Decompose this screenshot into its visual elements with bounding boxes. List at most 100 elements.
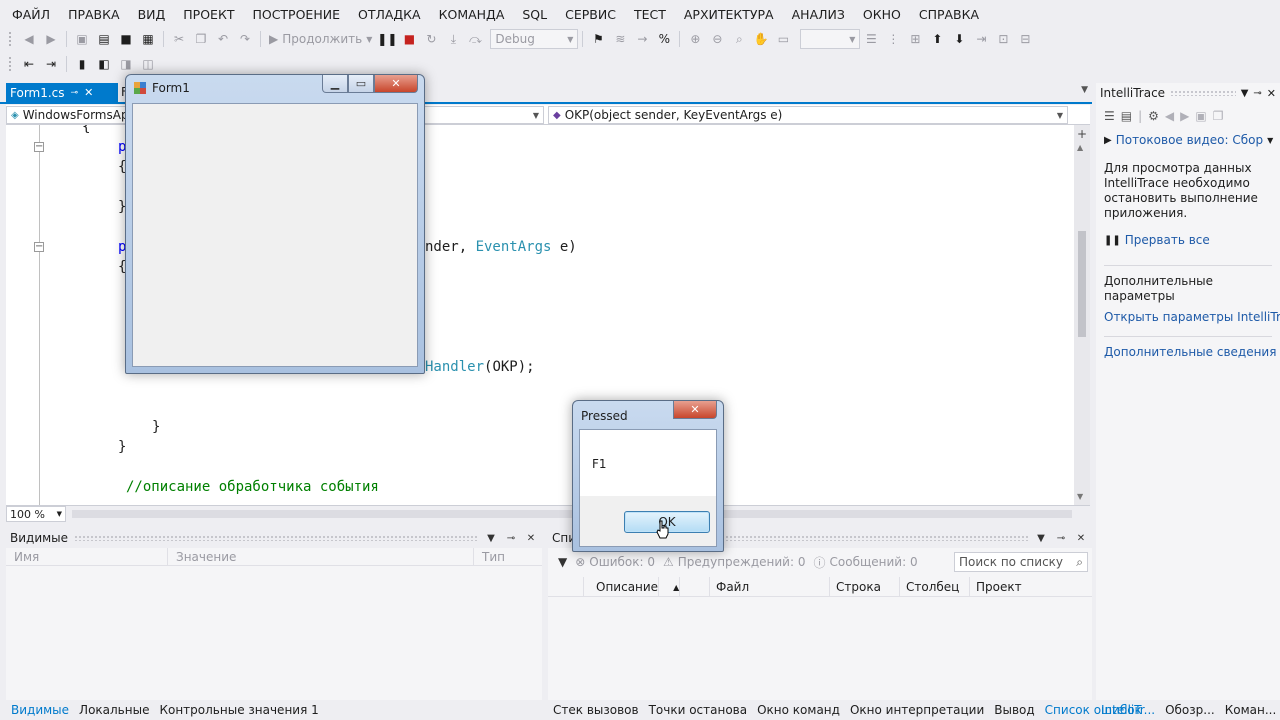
- center-icon[interactable]: ⊟: [1014, 29, 1036, 49]
- pin-icon[interactable]: ⊸: [1253, 88, 1261, 99]
- menu-item[interactable]: ОТЛАДКА: [349, 7, 430, 22]
- minimize-button[interactable]: ▁: [322, 75, 348, 93]
- collapse-icon[interactable]: −: [34, 242, 44, 252]
- close-button[interactable]: ✕: [673, 401, 717, 419]
- bottom-tab[interactable]: Контрольные значения 1: [154, 703, 323, 717]
- new-project-icon[interactable]: ▣: [71, 29, 93, 49]
- split-editor-icon[interactable]: +: [1077, 127, 1087, 141]
- menu-item[interactable]: АРХИТЕКТУРА: [675, 7, 783, 22]
- tab-form1-cs[interactable]: Form1.cs ⊸ ✕: [6, 83, 118, 102]
- col-name[interactable]: Имя: [6, 547, 168, 566]
- member-combo[interactable]: ◆ OKP(object sender, KeyEventArgs e) ▼: [548, 106, 1068, 124]
- outdent-icon[interactable]: ⇥: [40, 54, 62, 74]
- list-view-icon[interactable]: ☰: [1104, 109, 1115, 123]
- lock-controls-icon[interactable]: ⊡: [992, 29, 1014, 49]
- prev-bookmark-icon[interactable]: ◧: [93, 54, 115, 74]
- step-into-icon[interactable]: ⤓: [442, 29, 464, 49]
- col-column[interactable]: Столбец: [900, 577, 970, 597]
- warnings-toggle[interactable]: ⚠ Предупреждений: 0: [663, 555, 805, 569]
- continue-button[interactable]: ▶ Продолжить ▼: [265, 32, 376, 46]
- hand-icon[interactable]: ✋: [750, 29, 772, 49]
- grid-icon[interactable]: ⊞: [904, 29, 926, 49]
- zoom-combo[interactable]: 100 % ▼: [6, 506, 66, 522]
- bottom-tab[interactable]: Окно интерпретации: [845, 703, 989, 717]
- scroll-up-icon[interactable]: ▲: [1077, 143, 1083, 152]
- error-search-input[interactable]: Поиск по списку ⌕: [954, 552, 1088, 572]
- close-button[interactable]: ✕: [374, 75, 418, 93]
- bottom-tab[interactable]: Стек вызовов: [548, 703, 644, 717]
- form1-client-area[interactable]: [132, 103, 418, 367]
- menu-item[interactable]: ПОСТРОЕНИЕ: [243, 7, 349, 22]
- hex-icon[interactable]: %: [653, 29, 675, 49]
- settings-icon[interactable]: ⚙: [1148, 109, 1159, 123]
- save-icon[interactable]: ■: [115, 29, 137, 49]
- message-box[interactable]: Pressed ✕ F1 OK: [572, 400, 724, 552]
- attach-icon[interactable]: ⚑: [587, 29, 609, 49]
- save-log-icon[interactable]: ▣: [1195, 109, 1206, 123]
- filter-icon[interactable]: ▼: [558, 555, 567, 569]
- close-icon[interactable]: ✕: [524, 533, 538, 544]
- zoom-icon[interactable]: ⊕: [684, 29, 706, 49]
- more-info-link[interactable]: Дополнительные сведения о: [1096, 337, 1280, 359]
- threads-icon[interactable]: ≋: [609, 29, 631, 49]
- close-icon[interactable]: ✕: [1074, 533, 1088, 544]
- toolbar-grip[interactable]: [8, 56, 12, 72]
- menu-item[interactable]: ФАЙЛ: [0, 7, 59, 22]
- find-icon[interactable]: ⌕: [728, 29, 750, 49]
- bottom-tab[interactable]: IntelliTr...: [1096, 703, 1160, 717]
- indent-icon[interactable]: ⇤: [18, 54, 40, 74]
- menu-item[interactable]: ВИД: [129, 7, 175, 22]
- bottom-tab[interactable]: Локальные: [74, 703, 154, 717]
- zoom-out-icon[interactable]: ⊖: [706, 29, 728, 49]
- cut-icon[interactable]: ✂: [168, 29, 190, 49]
- restart-icon[interactable]: ↻: [420, 29, 442, 49]
- col-type[interactable]: Тип: [474, 548, 534, 566]
- live-video-link[interactable]: ▶ Потоковое видео: Сбор ▼: [1096, 129, 1280, 151]
- bottom-tab[interactable]: Окно команд: [752, 703, 845, 717]
- bottom-tab[interactable]: Видимые: [6, 703, 74, 717]
- layout-icon[interactable]: ▭: [772, 29, 794, 49]
- bring-front-icon[interactable]: ⬆: [926, 29, 948, 49]
- copy-icon[interactable]: ❐: [190, 29, 212, 49]
- tab-order-icon[interactable]: ⇥: [970, 29, 992, 49]
- menu-item[interactable]: АНАЛИЗ: [783, 7, 854, 22]
- messages-toggle[interactable]: ⓘ Сообщений: 0: [813, 554, 917, 571]
- menu-item[interactable]: СПРАВКА: [910, 7, 988, 22]
- collapse-icon[interactable]: −: [34, 142, 44, 152]
- pin-icon[interactable]: ⊸: [71, 88, 79, 98]
- open-file-icon[interactable]: ▤: [93, 29, 115, 49]
- step-over-icon[interactable]: ⤼: [464, 29, 486, 49]
- col-file[interactable]: Файл: [710, 577, 830, 597]
- next-bookmark-icon[interactable]: ◨: [115, 54, 137, 74]
- errors-toggle[interactable]: ⊗ Ошибок: 0: [575, 555, 655, 569]
- redo-icon[interactable]: ↷: [234, 29, 256, 49]
- bookmark-icon[interactable]: ▮: [71, 54, 93, 74]
- calls-view-icon[interactable]: ▤: [1121, 109, 1132, 123]
- align-icon[interactable]: ☰: [860, 29, 882, 49]
- menu-item[interactable]: ОКНО: [854, 7, 910, 22]
- pin-icon[interactable]: ⊸: [1054, 533, 1068, 544]
- forward-icon[interactable]: ▶: [1180, 109, 1189, 123]
- save-all-icon[interactable]: ▦: [137, 29, 159, 49]
- col-project[interactable]: Проект: [970, 577, 1090, 597]
- pause-icon[interactable]: ❚❚: [376, 29, 398, 49]
- scroll-down-icon[interactable]: ▼: [1077, 492, 1083, 501]
- menu-item[interactable]: ТЕСТ: [625, 7, 675, 22]
- menu-item[interactable]: СЕРВИС: [556, 7, 625, 22]
- distribute-icon[interactable]: ⋮: [882, 29, 904, 49]
- layout-combo[interactable]: ▼: [800, 29, 861, 49]
- bottom-tab[interactable]: Вывод: [989, 703, 1039, 717]
- close-icon[interactable]: ✕: [84, 86, 93, 99]
- col-line[interactable]: Строка: [830, 577, 900, 597]
- pin-icon[interactable]: ⊸: [504, 533, 518, 544]
- bottom-tab[interactable]: Точки останова: [644, 703, 753, 717]
- send-back-icon[interactable]: ⬇: [948, 29, 970, 49]
- window-menu-icon[interactable]: ▼: [484, 533, 498, 544]
- col-description[interactable]: Описание ▲: [584, 577, 710, 597]
- menu-item[interactable]: SQL: [513, 7, 556, 22]
- open-params-link[interactable]: Открыть параметры IntelliTra: [1096, 304, 1280, 324]
- tab-overflow-icon[interactable]: ▼: [1081, 85, 1088, 95]
- show-next-icon[interactable]: →: [631, 29, 653, 49]
- break-all-link[interactable]: ❚❚ Прервать все: [1096, 221, 1280, 251]
- back-icon[interactable]: ◀: [18, 29, 40, 49]
